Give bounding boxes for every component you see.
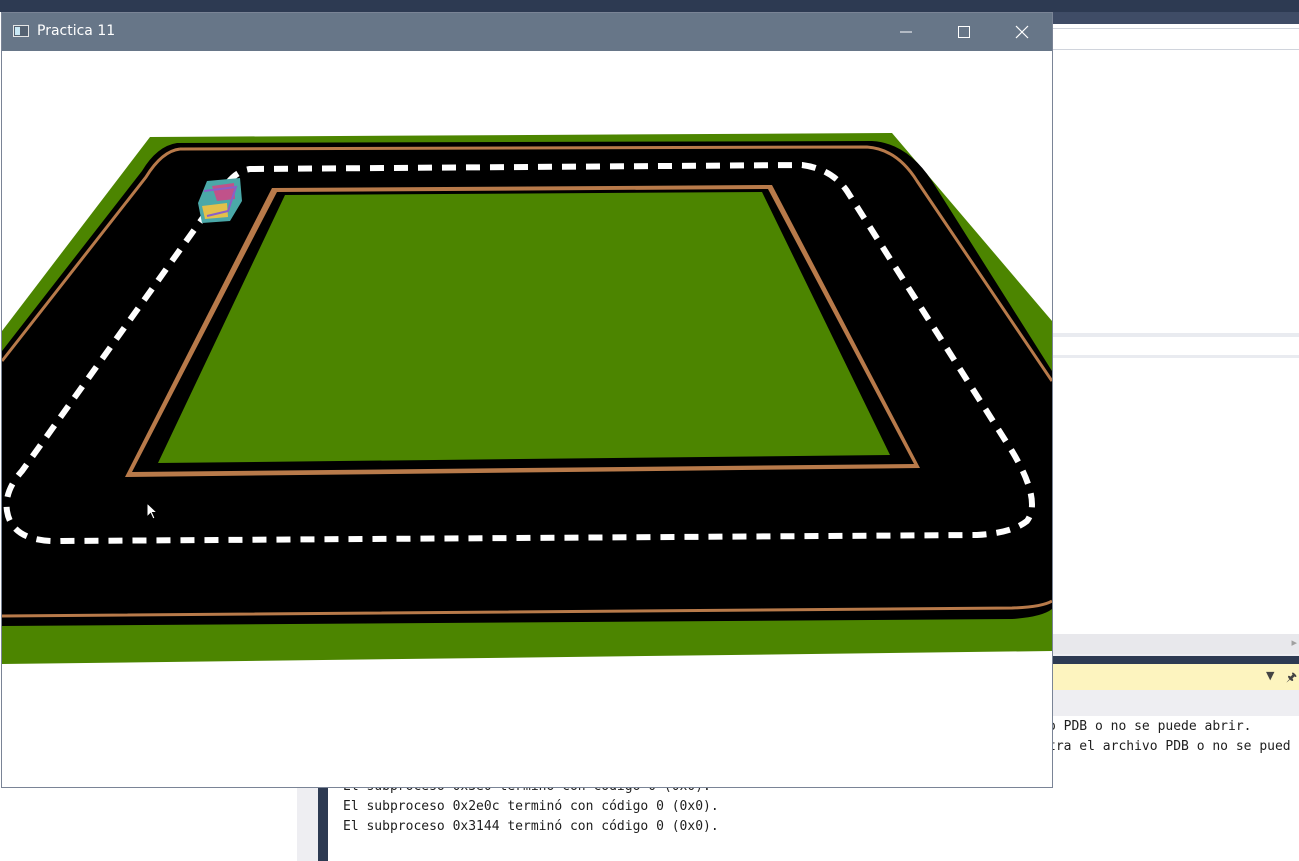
ide-menu-strip bbox=[1053, 12, 1299, 24]
close-button[interactable] bbox=[993, 13, 1051, 51]
race-track-scene bbox=[2, 133, 1052, 664]
mouse-cursor-icon bbox=[146, 502, 159, 520]
app-window[interactable]: Practica 11 bbox=[1, 12, 1053, 788]
ide-title-bar bbox=[0, 0, 1299, 12]
app-window-icon bbox=[13, 25, 29, 37]
maximize-icon bbox=[958, 26, 970, 38]
ide-divider bbox=[1053, 333, 1299, 337]
dropdown-arrow-icon[interactable]: ▼ bbox=[1266, 669, 1274, 682]
ide-editor-area[interactable] bbox=[1053, 24, 1299, 634]
ide-horizontal-scrollbar[interactable]: ▸ bbox=[1053, 634, 1299, 654]
ide-divider bbox=[1053, 355, 1299, 358]
output-source-selector[interactable] bbox=[1053, 664, 1299, 690]
output-toolbar bbox=[1053, 690, 1299, 716]
output-line: El subproceso 0x3144 terminó con código … bbox=[343, 819, 719, 834]
minimize-button[interactable] bbox=[877, 13, 935, 51]
output-line: tra el archivo PDB o no se pued bbox=[1048, 739, 1291, 754]
output-line: El subproceso 0x2e0c terminó con código … bbox=[343, 799, 719, 814]
close-icon bbox=[1015, 25, 1029, 39]
output-panel-titlebar bbox=[1053, 656, 1299, 664]
output-line: o PDB o no se puede abrir. bbox=[1048, 719, 1252, 734]
maximize-button[interactable] bbox=[935, 13, 993, 51]
scroll-right-icon[interactable]: ▸ bbox=[1291, 636, 1297, 649]
opengl-viewport[interactable] bbox=[2, 51, 1052, 787]
pin-icon[interactable]: 🖈 bbox=[1286, 668, 1297, 689]
infield-grass bbox=[158, 192, 890, 463]
window-title: Practica 11 bbox=[37, 23, 116, 39]
window-titlebar[interactable]: Practica 11 bbox=[2, 13, 1052, 51]
ide-editor-current-line bbox=[1053, 28, 1299, 50]
minimize-icon bbox=[900, 31, 912, 33]
